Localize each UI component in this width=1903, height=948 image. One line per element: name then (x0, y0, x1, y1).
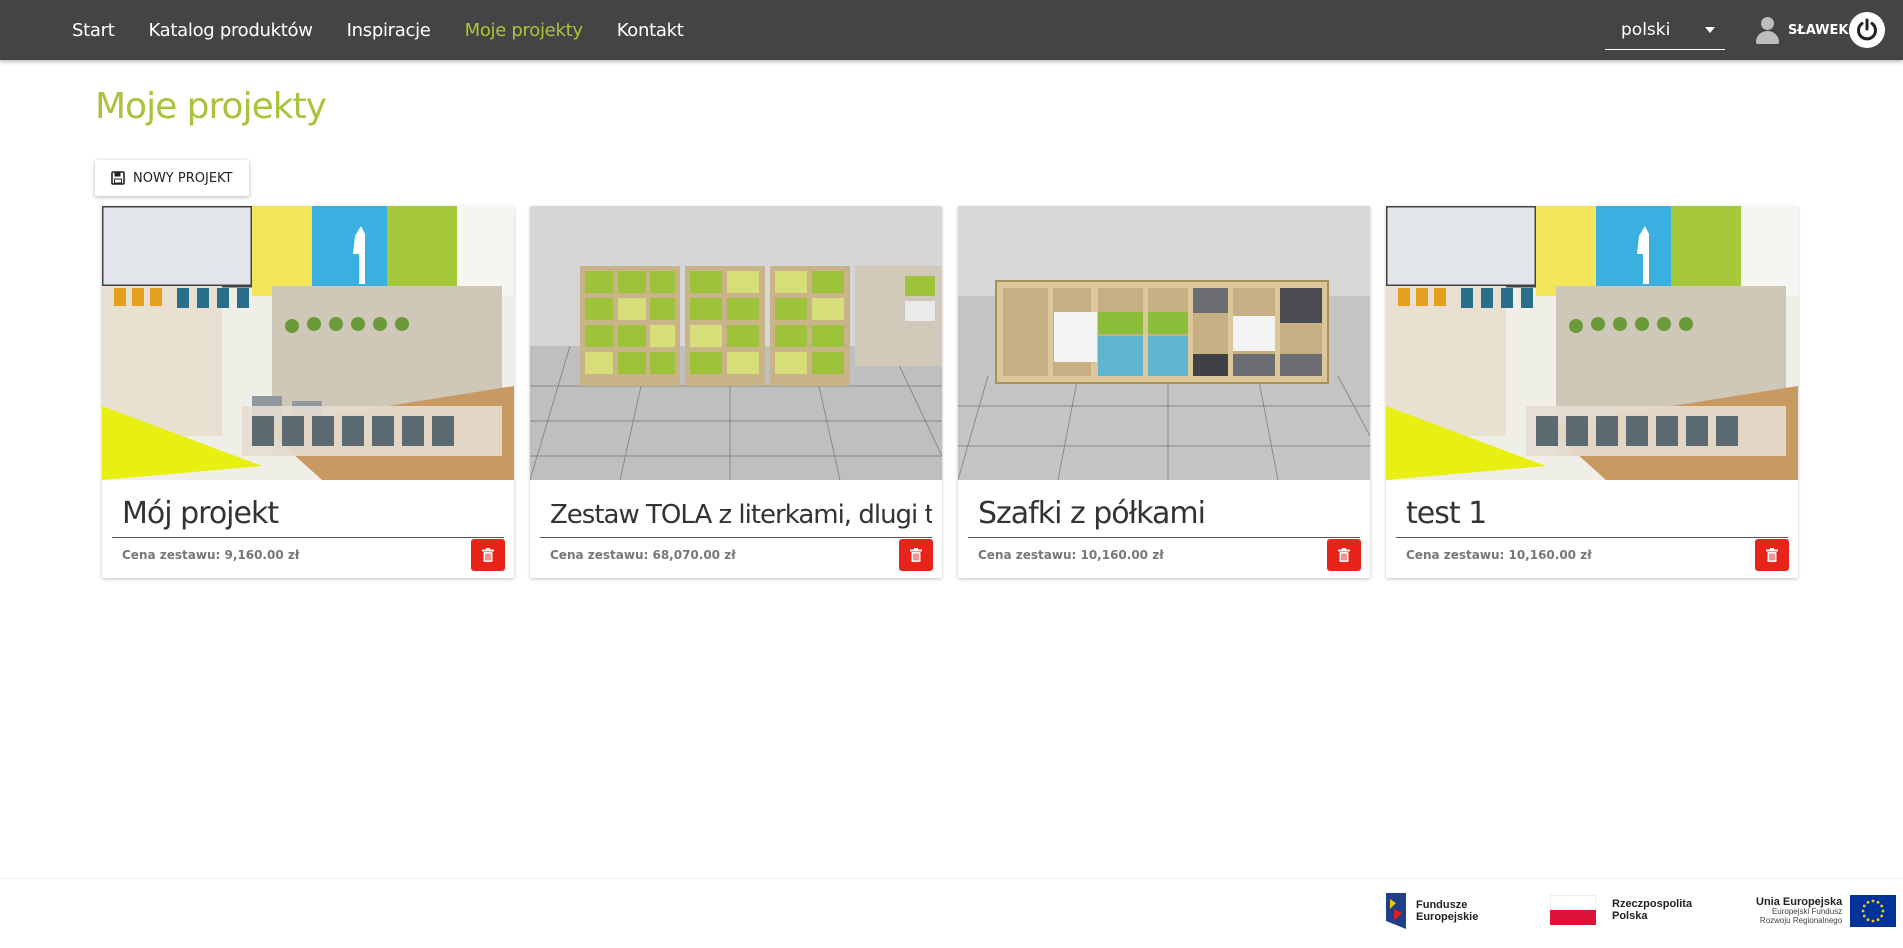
project-name: Zestaw TOLA z literkami, dlugi tekst (540, 488, 932, 538)
delete-project-button[interactable] (471, 539, 505, 571)
delete-project-button[interactable] (1755, 539, 1789, 571)
main-nav: Start Katalog produktów Inspiracje Moje … (72, 0, 684, 60)
project-price: Cena zestawu: 9,160.00 zł (122, 548, 300, 562)
language-select-value: polski (1621, 20, 1671, 40)
trash-icon (910, 548, 922, 562)
eu-flag-icon (1850, 895, 1897, 927)
project-name: test 1 (1396, 488, 1788, 538)
project-card[interactable]: test 1 Cena zestawu: 10,160.00 zł (1386, 206, 1798, 578)
trash-icon (482, 548, 494, 562)
unia-europejska-logo: Unia Europejska Europejski Fundusz Rozwo… (1756, 895, 1897, 927)
page-title: Moje projekty (95, 86, 327, 127)
top-navbar: Start Katalog produktów Inspiracje Moje … (0, 0, 1903, 60)
delete-project-button[interactable] (1327, 539, 1361, 571)
rp-logo-text: Rzeczpospolita Polska (1612, 898, 1692, 922)
user-menu[interactable]: SŁAWEK (1754, 14, 1848, 46)
project-price: Cena zestawu: 10,160.00 zł (1406, 548, 1592, 562)
power-icon (1857, 18, 1877, 41)
user-name: SŁAWEK (1788, 22, 1849, 38)
ue-logo-line3: Rozwoju Regionalnego (1759, 916, 1843, 926)
fe-logo-icon (1386, 893, 1406, 929)
project-thumbnail (1386, 206, 1798, 480)
logout-button[interactable] (1849, 12, 1885, 48)
fe-logo-text: Fundusze Europejskie (1416, 899, 1478, 923)
project-thumbnail (530, 206, 942, 480)
project-card[interactable]: Zestaw TOLA z literkami, dlugi tekst Cen… (530, 206, 942, 578)
project-list: Mój projekt Cena zestawu: 9,160.00 zł Ze… (102, 206, 1798, 578)
nav-link-contact[interactable]: Kontakt (617, 20, 684, 41)
project-card[interactable]: Mój projekt Cena zestawu: 9,160.00 zł (102, 206, 514, 578)
chevron-down-icon (1705, 27, 1715, 33)
new-project-label: NOWY PROJEKT (133, 170, 233, 186)
footer: Fundusze Europejskie Rzeczpospolita Pols… (0, 878, 1903, 948)
ue-logo-text: Unia Europejska Europejski Fundusz Rozwo… (1756, 896, 1842, 926)
nav-link-inspirations[interactable]: Inspiracje (347, 20, 431, 41)
trash-icon (1338, 548, 1350, 562)
save-icon (111, 171, 125, 185)
language-select[interactable]: polski (1605, 14, 1725, 50)
project-price: Cena zestawu: 68,070.00 zł (550, 548, 736, 562)
project-thumbnail (102, 206, 514, 480)
pl-flag-icon (1550, 895, 1596, 925)
rzeczpospolita-polska-logo: Rzeczpospolita Polska (1550, 895, 1692, 925)
user-icon (1754, 15, 1780, 45)
new-project-button[interactable]: NOWY PROJEKT (95, 160, 249, 196)
trash-icon (1766, 548, 1778, 562)
project-name: Mój projekt (112, 488, 504, 538)
project-name: Szafki z półkami (968, 488, 1360, 538)
project-price: Cena zestawu: 10,160.00 zł (978, 548, 1164, 562)
fundusze-europejskie-logo: Fundusze Europejskie (1384, 891, 1478, 931)
project-thumbnail (958, 206, 1370, 480)
nav-link-catalog[interactable]: Katalog produktów (148, 20, 312, 41)
project-card[interactable]: Szafki z półkami Cena zestawu: 10,160.00… (958, 206, 1370, 578)
rp-logo-line1: Rzeczpospolita (1612, 897, 1693, 910)
fe-logo-line2: Europejskie (1416, 911, 1479, 923)
nav-link-my-projects[interactable]: Moje projekty (465, 20, 583, 41)
nav-link-start[interactable]: Start (72, 20, 115, 41)
delete-project-button[interactable] (899, 539, 933, 571)
fe-logo-line1: Fundusze (1416, 898, 1468, 911)
rp-logo-line2: Polska (1612, 910, 1648, 922)
